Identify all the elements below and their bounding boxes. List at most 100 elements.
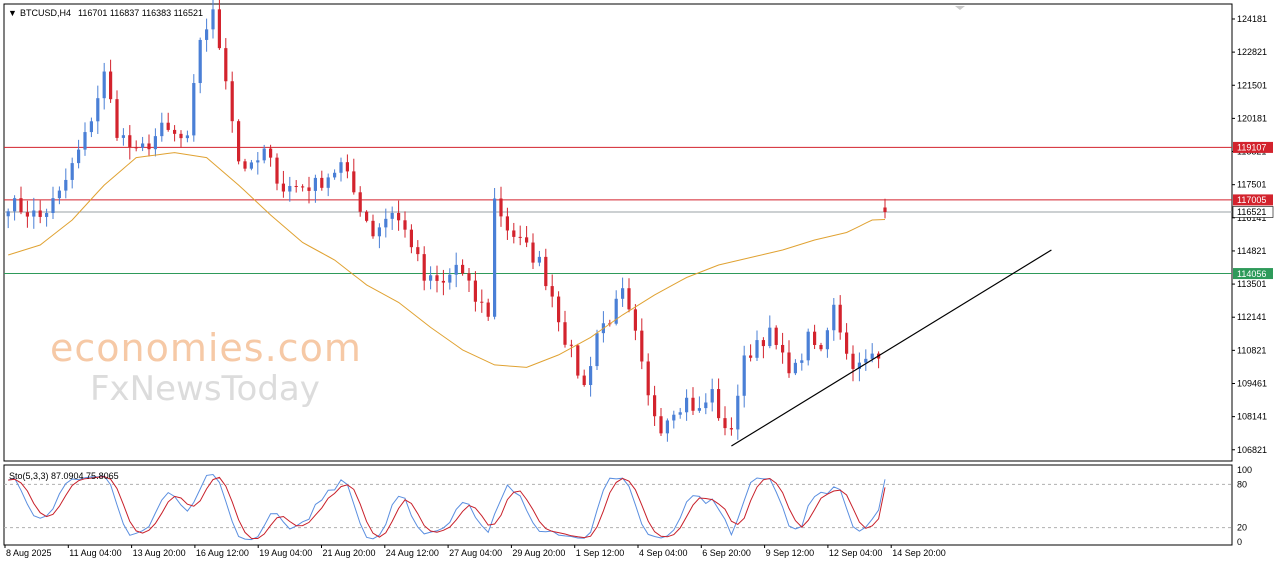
candle-body (121, 135, 125, 138)
candle-body (825, 330, 829, 350)
y-tick-label: 120181 (1237, 113, 1267, 123)
price-line-label: 114056 (1237, 269, 1266, 279)
candle-body (467, 273, 471, 281)
x-tick-label: 27 Aug 04:00 (449, 548, 502, 558)
candle-body (473, 280, 477, 302)
candle-body (115, 99, 119, 138)
candle-body (205, 29, 209, 40)
candle-body (301, 186, 305, 188)
candle-body (333, 172, 337, 178)
candle-body (51, 198, 55, 214)
stochastic-tick-label: 0 (1237, 537, 1242, 547)
y-tick-label: 106821 (1237, 445, 1267, 455)
watermark-economies: economies.com (50, 326, 362, 370)
candle-body (621, 288, 625, 299)
candle-body (377, 227, 381, 237)
x-tick-label: 1 Sep 12:00 (576, 548, 625, 558)
candle-body (409, 229, 413, 248)
stochastic-tick-label: 80 (1237, 479, 1247, 489)
candle-body (192, 83, 196, 136)
candle-body (633, 309, 637, 331)
x-tick-label: 19 Aug 04:00 (259, 548, 312, 558)
candle-body (749, 355, 753, 358)
candle-body (6, 211, 10, 217)
price-line-label: 117005 (1237, 195, 1266, 205)
candle-body (19, 198, 23, 213)
candle-body (646, 361, 650, 396)
candle-body (531, 242, 535, 263)
candle-body (569, 344, 573, 346)
candle-body (141, 143, 145, 148)
candle-body (256, 160, 260, 163)
candle-body (320, 177, 324, 188)
price-line-label: 116521 (1237, 207, 1266, 217)
stochastic-axis: 100 80 20 0 (1237, 465, 1252, 547)
candle-body (339, 162, 343, 173)
candle-body (537, 256, 541, 263)
candle-body (345, 162, 349, 172)
candle-body (83, 132, 87, 150)
candle-body (838, 304, 842, 333)
y-tick-label: 108141 (1237, 412, 1267, 422)
candle-body (883, 207, 887, 212)
candle-body (57, 190, 61, 199)
candle-body (224, 48, 228, 82)
candle-body (32, 210, 36, 217)
y-tick-label: 117501 (1237, 180, 1266, 190)
x-tick-label: 16 Aug 12:00 (196, 548, 249, 558)
candle-body (313, 177, 317, 191)
candle-body (416, 247, 420, 255)
price-axis: 1241811228211215011201811188211175011161… (1232, 14, 1267, 455)
candle-body (198, 39, 202, 84)
candle-body (384, 218, 388, 228)
candle-body (307, 187, 311, 191)
x-tick-label: 13 Aug 20:00 (133, 548, 186, 558)
candle-body (441, 280, 445, 283)
candle-body (147, 143, 151, 150)
candle-body (173, 129, 177, 134)
y-tick-label: 121501 (1237, 80, 1267, 90)
candle-body (576, 345, 580, 376)
candle-body (326, 177, 330, 188)
candle-body (697, 408, 701, 411)
candle-body (870, 353, 874, 359)
y-tick-label: 109461 (1237, 378, 1267, 388)
x-tick-label: 14 Sep 20:00 (892, 548, 946, 558)
oscillator-panel-frame (3, 464, 1233, 546)
candle-body (166, 122, 170, 130)
candle-body (512, 230, 516, 237)
candle-body (288, 185, 292, 192)
chart-menu-arrow-icon[interactable]: ▼ (8, 8, 17, 18)
candle-body (185, 135, 189, 139)
x-tick-label: 4 Sep 04:00 (639, 548, 688, 558)
candle-body (269, 148, 273, 158)
candle-body (179, 133, 183, 139)
trading-chart[interactable]: economies.com FxNewsToday 124181 122821 12… (0, 0, 1280, 567)
candle-body (294, 185, 298, 187)
candle-body (518, 236, 522, 238)
candle-body (281, 183, 285, 192)
candle-body (77, 149, 81, 164)
candle-body (864, 358, 868, 363)
candle-body (800, 360, 804, 363)
price-line-labels: 119107 117005 116521 114056 (1232, 141, 1274, 280)
candle-body (704, 402, 708, 409)
x-tick-label: 29 Aug 20:00 (512, 548, 565, 558)
candle-body (781, 344, 785, 353)
candle-body (262, 148, 266, 161)
candle-body (243, 161, 247, 169)
x-tick-label: 11 Aug 04:00 (69, 548, 121, 558)
candle-body (717, 389, 721, 419)
x-tick-label: 12 Sep 04:00 (829, 548, 883, 558)
candle-body (486, 302, 490, 317)
candle-body (365, 211, 369, 221)
candle-body (153, 136, 157, 150)
stochastic-tick-label: 100 (1237, 465, 1252, 475)
candle-body (793, 362, 797, 374)
candle-body (448, 274, 452, 283)
candle-body (729, 428, 733, 430)
candle-body (723, 418, 727, 429)
candle-body (38, 210, 42, 217)
candle-body (813, 331, 817, 345)
candle-body (563, 322, 567, 345)
